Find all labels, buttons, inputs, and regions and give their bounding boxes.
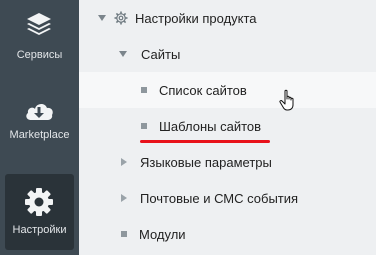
bullet-icon <box>141 87 147 93</box>
sidebar-item-label: Сервисы <box>16 49 63 61</box>
tree-item-label: Почтовые и СМС события <box>140 190 299 206</box>
chevron-down-icon[interactable] <box>98 15 106 21</box>
chevron-right-icon[interactable] <box>121 194 127 202</box>
chevron-down-icon[interactable] <box>119 51 127 57</box>
tree-item-label: Список сайтов <box>159 82 247 98</box>
sidebar-item-settings[interactable]: Настройки <box>5 174 74 250</box>
bullet-icon <box>121 231 127 237</box>
sidebar-item-marketplace[interactable]: Marketplace <box>0 92 79 162</box>
hand-cursor-icon <box>279 89 294 111</box>
tree-item-mail-sms-events[interactable]: Почтовые и СМС события <box>79 180 376 216</box>
tree-item-sites[interactable]: Сайты <box>79 36 376 72</box>
tree-item-label: Сайты <box>141 46 181 62</box>
tree-item-modules[interactable]: Модули <box>79 216 376 252</box>
tree-item-label: Модули <box>139 226 186 242</box>
sidebar-item-services[interactable]: Сервисы <box>0 0 79 79</box>
tree-item-language-settings[interactable]: Языковые параметры <box>79 144 376 180</box>
sidebar-item-label: Marketplace <box>9 129 70 141</box>
sidebar: Сервисы Marketplace Настройки <box>0 0 79 255</box>
tree-item-label: Настройки продукта <box>135 10 257 26</box>
gear-icon <box>114 11 128 25</box>
chevron-right-icon[interactable] <box>121 158 127 166</box>
gear-icon <box>25 188 53 216</box>
tree-item-site-list[interactable]: Список сайтов <box>79 72 376 108</box>
tree-item-label: Шаблоны сайтов <box>159 118 262 134</box>
cloud-download-icon <box>26 103 53 120</box>
layers-icon <box>27 13 51 35</box>
tree-item-product-settings[interactable]: Настройки продукта <box>79 0 376 36</box>
bullet-icon <box>141 123 147 129</box>
tree-item-label: Языковые параметры <box>140 154 272 170</box>
sidebar-item-label: Настройки <box>12 224 67 236</box>
highlight-underline <box>140 140 270 143</box>
settings-tree: Настройки продукта Сайты Список сайтов Ш… <box>79 0 376 255</box>
tree-item-site-templates[interactable]: Шаблоны сайтов <box>79 108 376 144</box>
